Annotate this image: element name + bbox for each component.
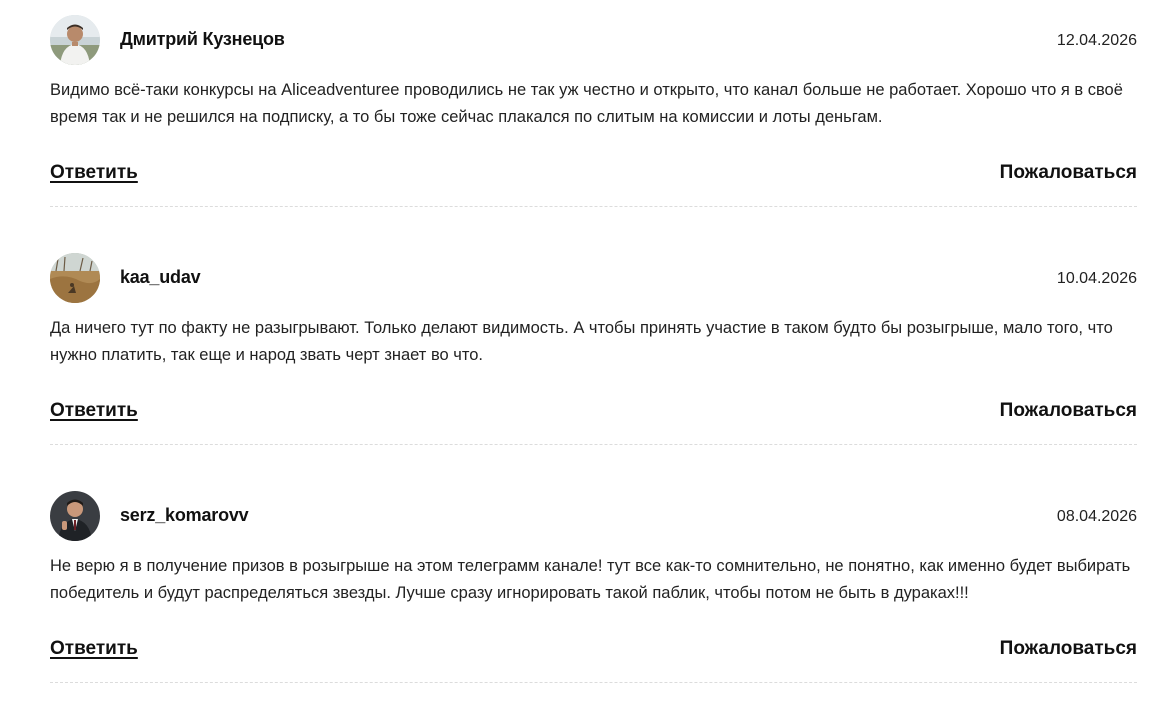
reply-link[interactable]: Ответить xyxy=(50,638,138,660)
divider xyxy=(50,682,1137,683)
reply-link[interactable]: Ответить xyxy=(50,400,138,422)
comments-list: Дмитрий Кузнецов 12.04.2026 Видимо всё-т… xyxy=(50,0,1137,714)
reply-link[interactable]: Ответить xyxy=(50,162,138,184)
user-photo-icon xyxy=(50,15,100,65)
comment-date: 08.04.2026 xyxy=(1056,508,1137,525)
comment-date: 12.04.2026 xyxy=(1056,32,1137,49)
user-photo-icon xyxy=(50,491,100,541)
author-name: kaa_udav xyxy=(120,267,201,287)
avatar[interactable] xyxy=(50,491,100,541)
comment-item: Дмитрий Кузнецов 12.04.2026 Видимо всё-т… xyxy=(50,0,1137,238)
comment-header: serz_komarovv 08.04.2026 xyxy=(50,491,1137,541)
comment-item: serz_komarovv 08.04.2026 Не верю я в пол… xyxy=(50,476,1137,714)
report-link[interactable]: Пожаловаться xyxy=(1000,400,1137,422)
comment-date: 10.04.2026 xyxy=(1056,270,1137,287)
comment-text: Видимо всё-таки конкурсы на Aliceadventu… xyxy=(50,81,1123,126)
divider xyxy=(50,444,1137,445)
comment-header: kaa_udav 10.04.2026 xyxy=(50,253,1137,303)
comment-text: Да ничего тут по факту не разыгрывают. Т… xyxy=(50,319,1113,364)
comment-item: kaa_udav 10.04.2026 Да ничего тут по фак… xyxy=(50,238,1137,476)
divider xyxy=(50,206,1137,207)
report-link[interactable]: Пожаловаться xyxy=(1000,162,1137,184)
avatar[interactable] xyxy=(50,15,100,65)
comment-text: Не верю я в получение призов в розыгрыше… xyxy=(50,557,1131,602)
user-photo-icon xyxy=(50,253,100,303)
avatar[interactable] xyxy=(50,253,100,303)
author-name: Дмитрий Кузнецов xyxy=(120,29,285,49)
author-name: serz_komarovv xyxy=(120,505,249,525)
comment-header: Дмитрий Кузнецов 12.04.2026 xyxy=(50,15,1137,65)
report-link[interactable]: Пожаловаться xyxy=(1000,638,1137,660)
